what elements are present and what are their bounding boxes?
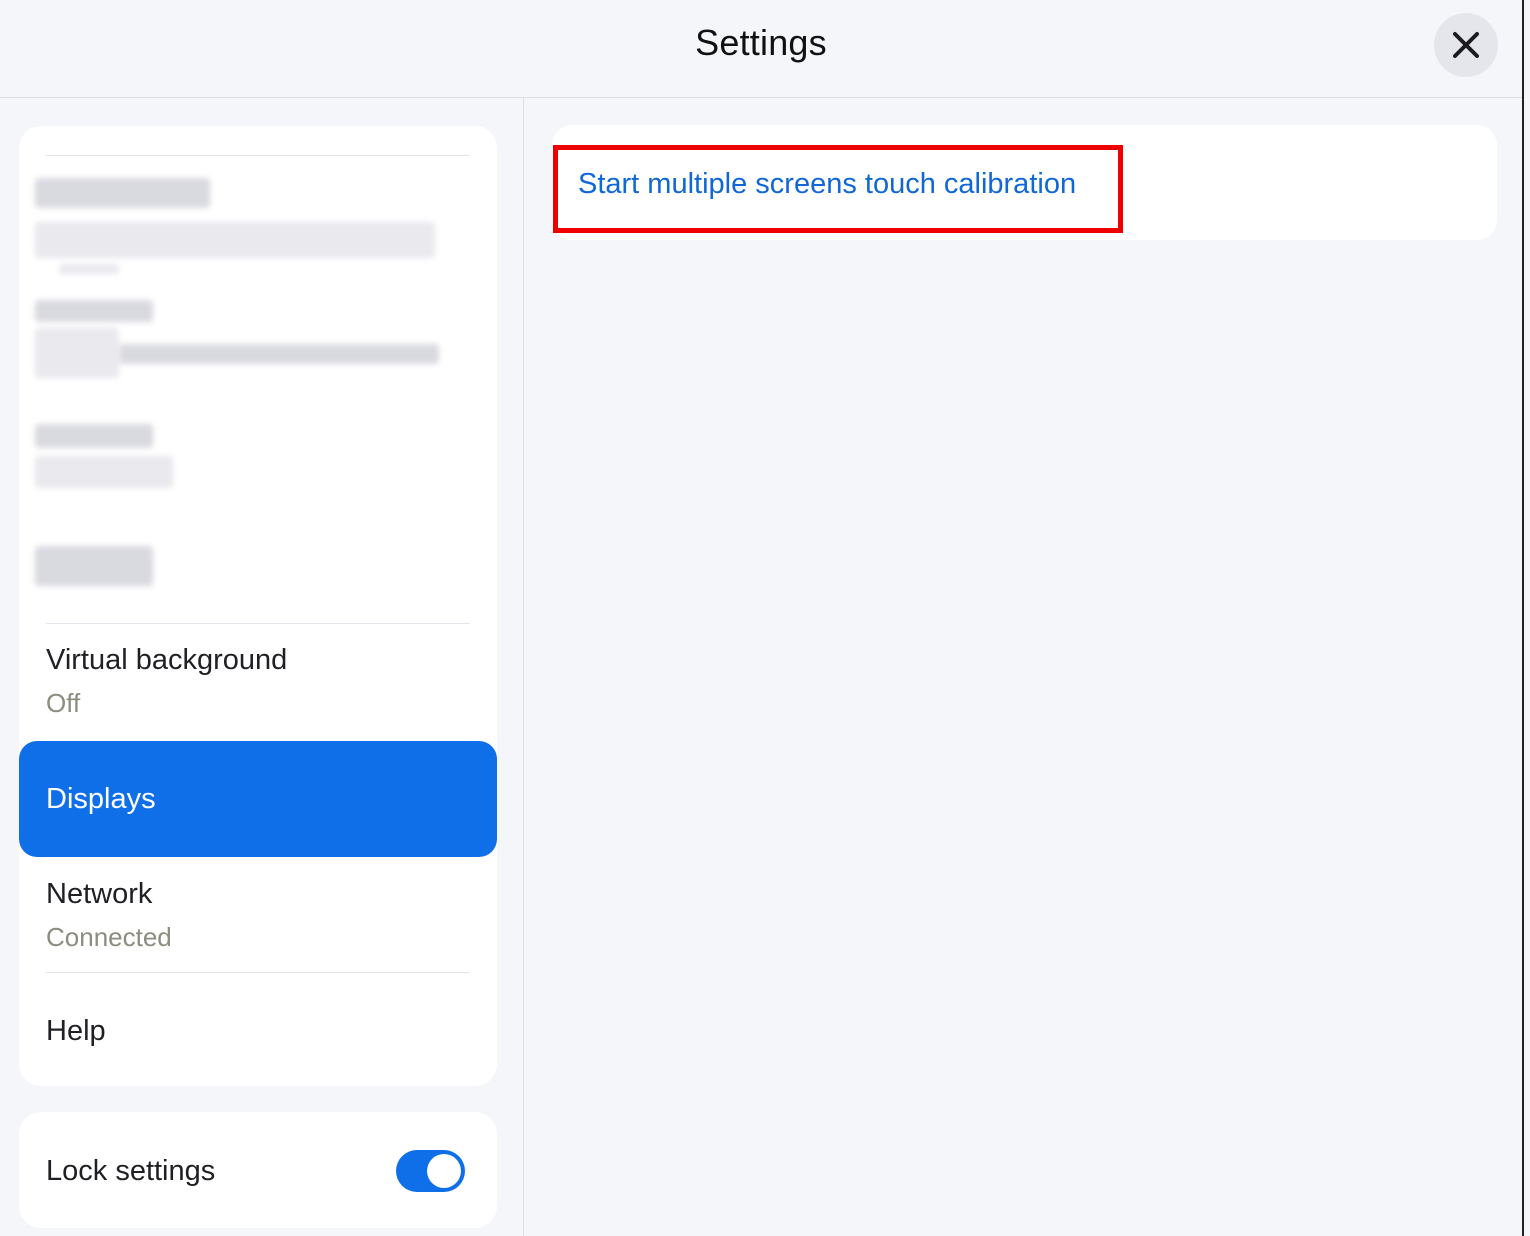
sidebar-item-displays[interactable]: Displays	[19, 741, 497, 857]
toggle-knob	[427, 1154, 461, 1188]
close-icon	[1453, 32, 1479, 58]
touch-calibration-link[interactable]: Start multiple screens touch calibration	[578, 168, 1076, 201]
redacted-item[interactable]	[19, 418, 497, 518]
sidebar-item-label: Virtual background	[46, 644, 288, 676]
lock-settings-toggle[interactable]	[396, 1150, 465, 1192]
lock-settings-card: Lock settings	[19, 1112, 497, 1228]
divider	[46, 155, 470, 156]
sidebar-item-status: Off	[46, 688, 81, 718]
settings-window: Settings Virtual background Off Displays…	[0, 0, 1524, 1236]
redacted-item[interactable]	[19, 538, 497, 608]
lock-settings-label: Lock settings	[46, 1155, 216, 1187]
sidebar-item-status: Connected	[46, 922, 172, 952]
pane-divider	[523, 98, 524, 1236]
sidebar-menu: Virtual background Off Displays Network …	[19, 126, 497, 1086]
redacted-item[interactable]	[19, 166, 497, 276]
close-button[interactable]	[1434, 13, 1498, 77]
sidebar-item-label: Help	[46, 1015, 106, 1047]
sidebar-item-virtual-background[interactable]: Virtual background Off	[19, 624, 497, 740]
redacted-item[interactable]	[19, 292, 497, 402]
settings-header: Settings	[0, 0, 1522, 98]
sidebar-item-label: Displays	[46, 783, 156, 815]
sidebar-item-label: Network	[46, 878, 153, 910]
sidebar-item-help[interactable]: Help	[19, 973, 497, 1086]
displays-content-card: Start multiple screens touch calibration	[552, 125, 1497, 240]
page-title: Settings	[695, 22, 827, 63]
sidebar-item-network[interactable]: Network Connected	[19, 858, 497, 972]
